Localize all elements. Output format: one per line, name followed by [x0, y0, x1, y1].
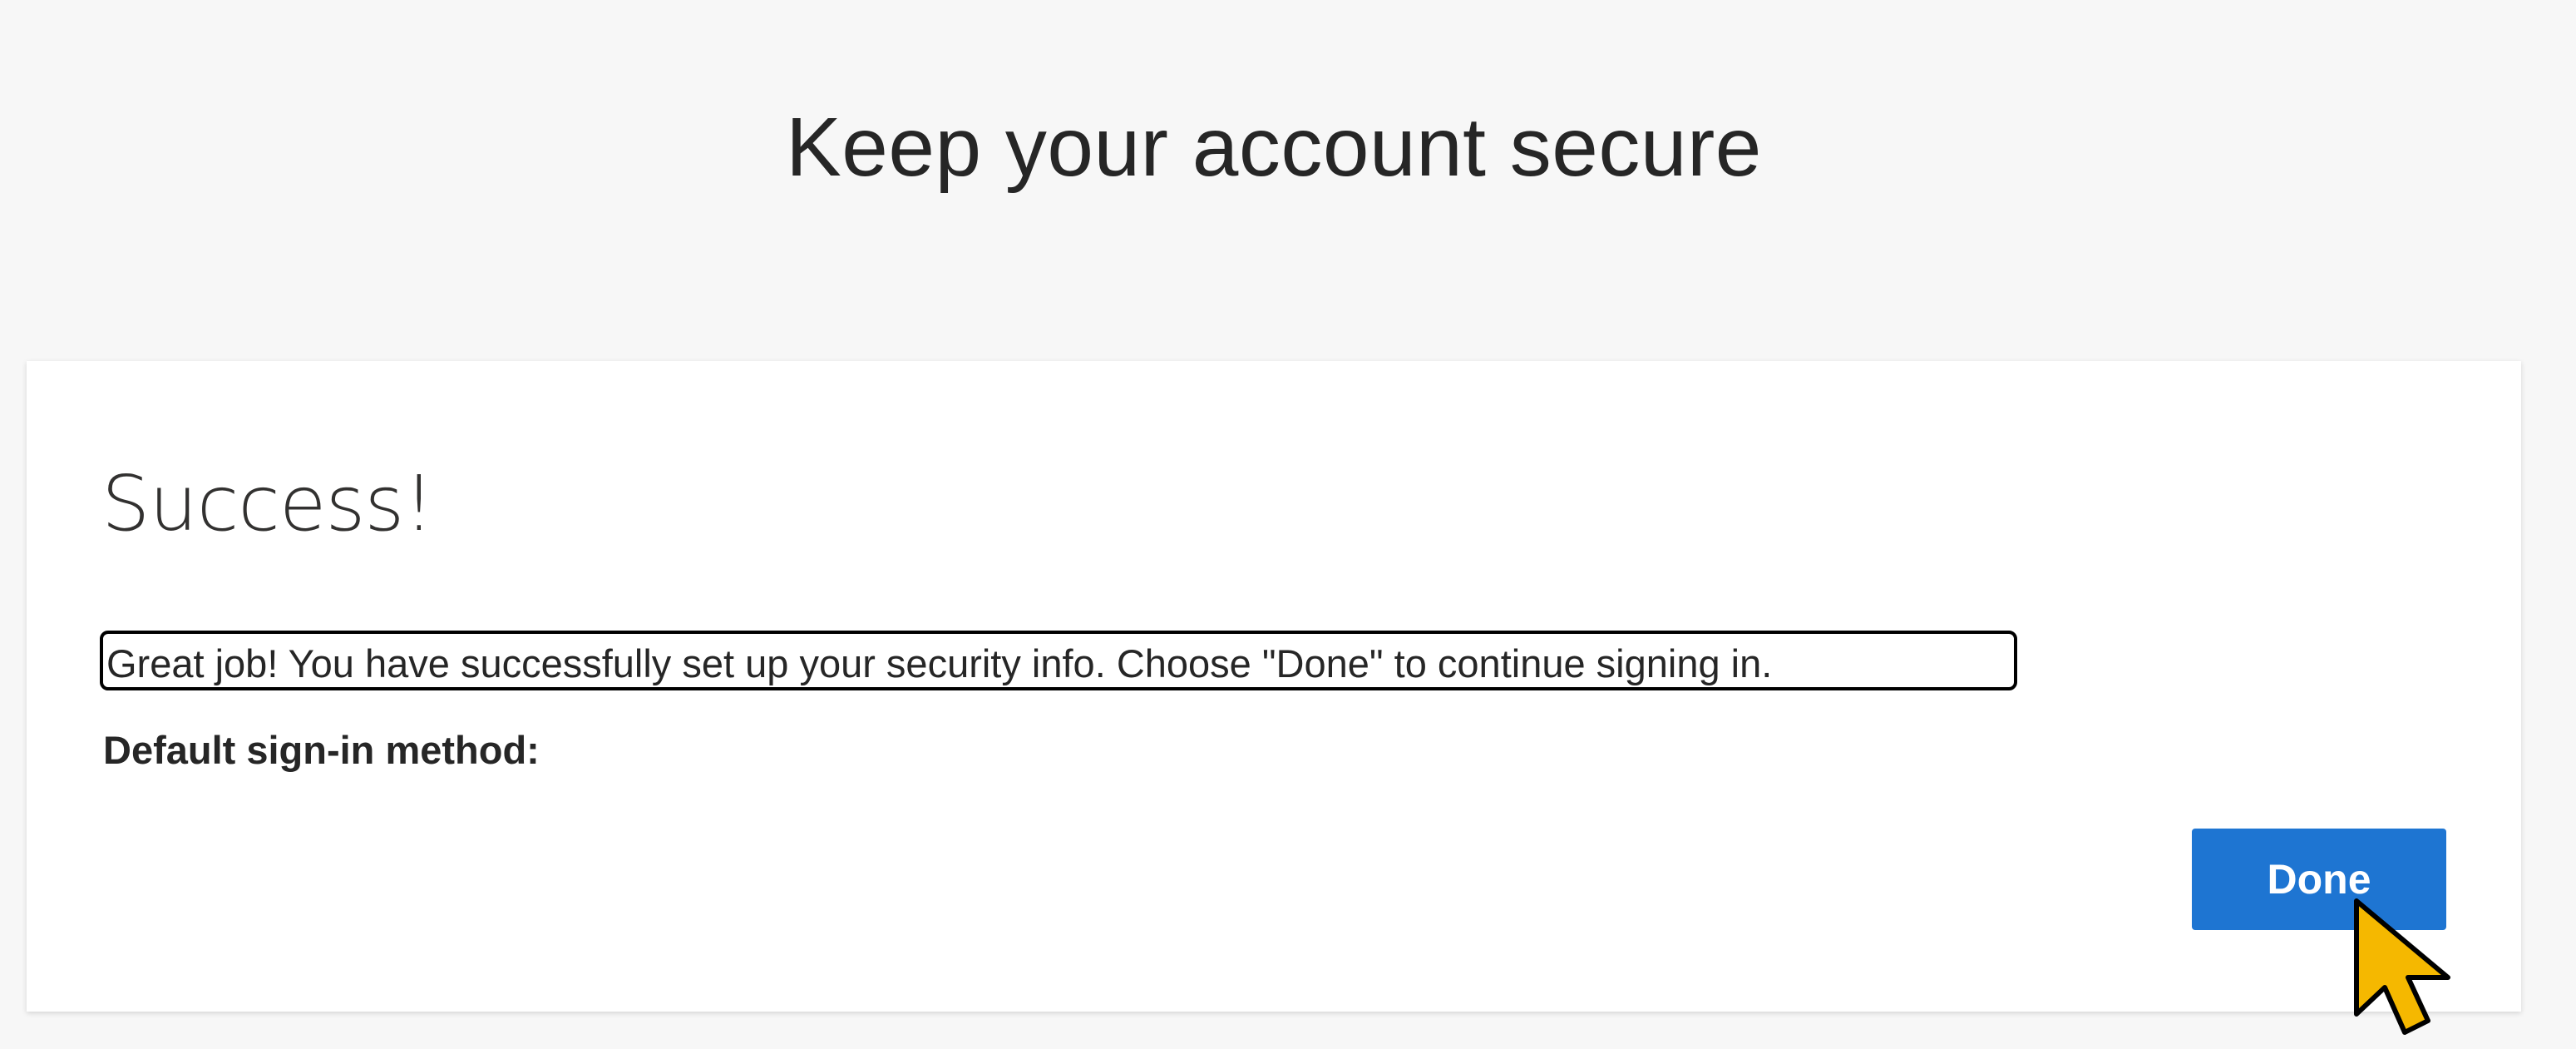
done-button[interactable]: Done	[2192, 829, 2446, 930]
success-card: Success! Great job! You have successfull…	[27, 361, 2521, 1012]
page-title: Keep your account secure	[786, 101, 1762, 194]
success-message: Great job! You have successfully set up …	[100, 631, 2017, 690]
default-sign-in-method-label: Default sign-in method:	[103, 728, 540, 772]
success-heading: Success!	[101, 459, 434, 548]
